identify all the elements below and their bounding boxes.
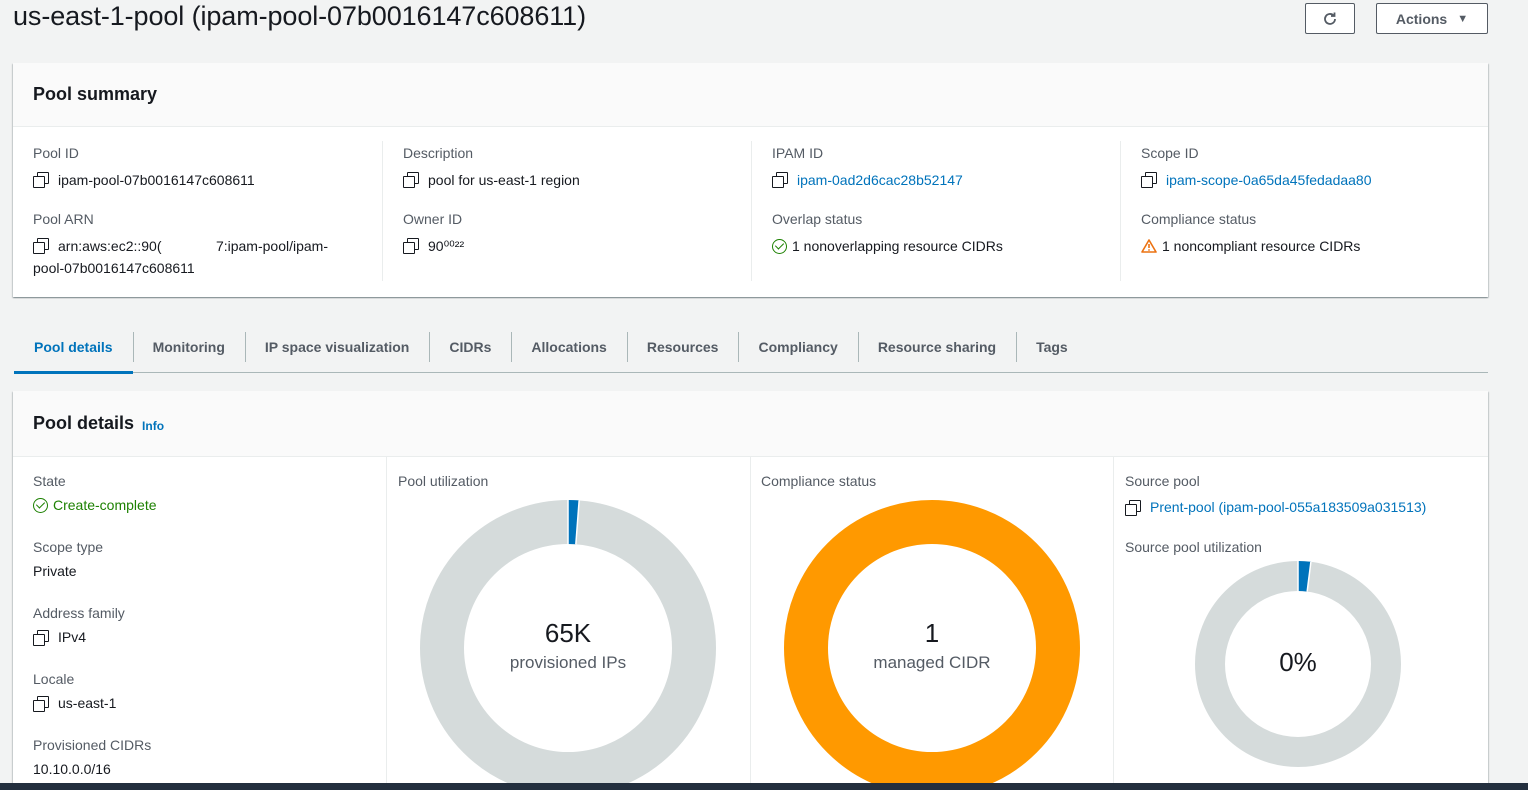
copy-icon[interactable] bbox=[33, 238, 49, 254]
owner-id-value: 90⁰⁰²² bbox=[428, 238, 465, 254]
copy-icon[interactable] bbox=[1125, 500, 1141, 516]
pool-utilization-number: 65K bbox=[544, 618, 592, 648]
pool-utilization-label: Pool utilization bbox=[398, 473, 489, 489]
summary-column-2: Description pool for us-east-1 region Ow… bbox=[382, 141, 751, 281]
tab-monitoring[interactable]: Monitoring bbox=[132, 322, 245, 373]
compliance-number: 1 bbox=[924, 618, 940, 648]
pool-utilization-caption: provisioned IPs bbox=[509, 653, 627, 672]
refresh-button[interactable] bbox=[1305, 3, 1355, 34]
compliance-status-detail-label: Compliance status bbox=[761, 473, 877, 489]
provisioned-cidrs-value: 10.10.0.0/16 bbox=[33, 761, 111, 777]
source-pool-label: Source pool bbox=[1125, 473, 1200, 489]
tab-tags[interactable]: Tags bbox=[1016, 322, 1088, 373]
tab-cidrs[interactable]: CIDRs bbox=[429, 322, 511, 373]
description-label: Description bbox=[403, 145, 474, 161]
source-pool-utilization-number: 0% bbox=[1279, 647, 1317, 677]
source-pool-utilization-used-segment[interactable] bbox=[1297, 561, 1311, 592]
state-value: Create-complete bbox=[53, 497, 157, 513]
details-column-4: Source pool Prent-pool (ipam-pool-055a18… bbox=[1113, 457, 1488, 790]
tab-bar: Pool details Monitoring IP space visuali… bbox=[14, 322, 1488, 374]
pool-summary-card: Pool summary Pool ID ipam-pool-07b001614… bbox=[13, 63, 1488, 297]
owner-id-label: Owner ID bbox=[403, 211, 463, 227]
overlap-status-value: 1 nonoverlapping resource CIDRs bbox=[792, 238, 1003, 254]
source-pool-link[interactable]: Prent-pool (ipam-pool-055a183509a031513) bbox=[1150, 499, 1426, 515]
tab-allocations[interactable]: Allocations bbox=[511, 322, 626, 373]
copy-icon[interactable] bbox=[403, 172, 419, 188]
locale-value: us-east-1 bbox=[58, 694, 117, 711]
tab-pool-details[interactable]: Pool details bbox=[14, 322, 133, 374]
scope-type-value: Private bbox=[33, 563, 77, 579]
address-family-value: IPv4 bbox=[58, 628, 87, 645]
bottom-bar bbox=[0, 783, 1528, 790]
address-family-label: Address family bbox=[33, 605, 125, 621]
pool-id-value: ipam-pool-07b0016147c608611 bbox=[58, 172, 255, 188]
info-link[interactable]: Info bbox=[142, 419, 164, 433]
ipam-id-label: IPAM ID bbox=[772, 145, 824, 161]
provisioned-cidrs-label: Provisioned CIDRs bbox=[33, 737, 152, 753]
state-label: State bbox=[33, 473, 66, 489]
summary-column-1: Pool ID ipam-pool-07b0016147c608611 Pool… bbox=[13, 141, 382, 281]
scope-id-label: Scope ID bbox=[1141, 145, 1199, 161]
pool-id-label: Pool ID bbox=[33, 145, 79, 161]
summary-column-4: Scope ID ipam-scope-0a65da45fedadaa80 Co… bbox=[1120, 141, 1488, 281]
copy-icon[interactable] bbox=[1141, 172, 1157, 188]
copy-icon[interactable] bbox=[403, 238, 419, 254]
overlap-status-label: Overlap status bbox=[772, 211, 863, 227]
warning-icon bbox=[1141, 239, 1157, 253]
pool-arn-value-line2: pool-07b0016147c608611 bbox=[33, 260, 195, 276]
copy-icon[interactable] bbox=[33, 172, 49, 188]
summary-column-3: IPAM ID ipam-0ad2d6cac28b52147 Overlap s… bbox=[751, 141, 1120, 281]
details-column-2: Pool utilization 65K provisioned IPs bbox=[386, 457, 750, 790]
compliance-caption: managed CIDR bbox=[873, 653, 991, 672]
success-icon bbox=[33, 497, 48, 513]
tab-compliancy[interactable]: Compliancy bbox=[738, 322, 857, 373]
compliance-status-label: Compliance status bbox=[1141, 211, 1257, 227]
success-icon bbox=[772, 238, 787, 254]
pool-details-card: Pool details Info State Create-complete … bbox=[13, 391, 1488, 790]
pool-arn-label: Pool ARN bbox=[33, 211, 94, 227]
tab-resources[interactable]: Resources bbox=[626, 322, 739, 373]
pool-details-title: Pool details bbox=[33, 413, 135, 433]
source-pool-utilization-label: Source pool utilization bbox=[1125, 539, 1262, 555]
refresh-icon bbox=[1324, 12, 1336, 25]
description-value: pool for us-east-1 region bbox=[428, 172, 580, 188]
details-column-1: State Create-complete Scope type Private… bbox=[13, 457, 386, 790]
scope-id-link[interactable]: ipam-scope-0a65da45fedadaa80 bbox=[1166, 169, 1372, 191]
locale-label: Locale bbox=[33, 671, 75, 687]
compliance-status-value: 1 noncompliant resource CIDRs bbox=[1162, 238, 1361, 254]
copy-icon[interactable] bbox=[772, 172, 788, 188]
copy-icon[interactable] bbox=[33, 696, 49, 712]
pool-arn-value-line1: arn:aws:ec2::90( 7:ipam-pool/ipam- bbox=[58, 238, 328, 254]
page-title: us-east-1-pool (ipam-pool-07b0016147c608… bbox=[13, 1, 586, 31]
ipam-id-link[interactable]: ipam-0ad2d6cac28b52147 bbox=[797, 169, 963, 191]
copy-icon[interactable] bbox=[33, 630, 49, 646]
pool-summary-header: Pool summary bbox=[13, 63, 1488, 127]
pool-details-header: Pool details Info bbox=[13, 391, 1488, 457]
actions-button[interactable]: Actions ▼ bbox=[1376, 3, 1488, 34]
tab-ip-space-visualization[interactable]: IP space visualization bbox=[244, 322, 429, 373]
actions-label: Actions bbox=[1395, 10, 1448, 27]
caret-down-icon: ▼ bbox=[1457, 12, 1469, 25]
scope-type-label: Scope type bbox=[33, 539, 104, 555]
details-column-3: Compliance status 1 managed CIDR bbox=[750, 457, 1113, 790]
pool-summary-title: Pool summary bbox=[33, 84, 158, 104]
tab-resource-sharing[interactable]: Resource sharing bbox=[857, 322, 1016, 373]
